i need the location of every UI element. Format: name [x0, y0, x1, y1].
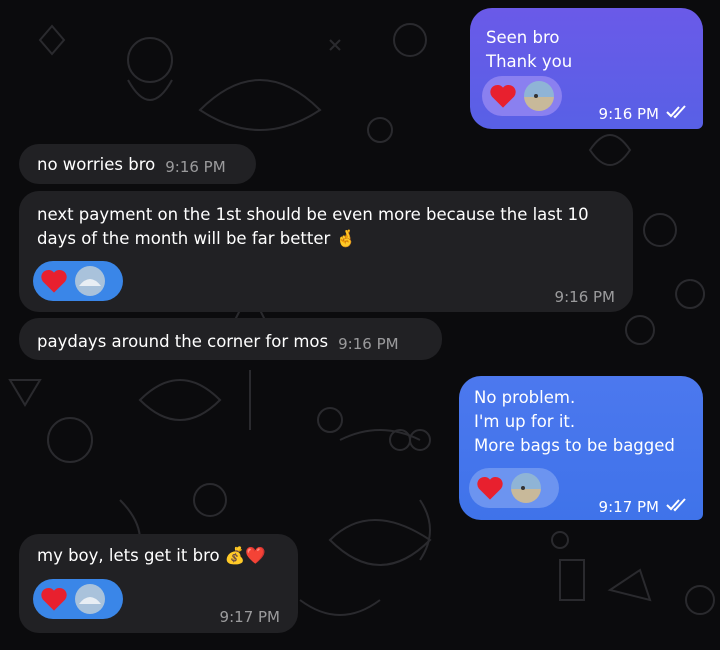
incoming-message[interactable]: paydays around the corner for mos 9:16 PM [19, 318, 442, 360]
reaction-pill[interactable] [33, 579, 123, 619]
message-text: Seen bro Thank you [486, 28, 573, 71]
message-text: no worries bro [37, 155, 156, 174]
message-text: No problem. I'm up for it. More bags to … [474, 388, 675, 455]
message-text: paydays around the corner for mos [37, 332, 329, 351]
message-row: paydays around the corner for mos 9:16 PM [37, 330, 399, 356]
reaction-pill[interactable] [469, 468, 559, 508]
double-check-icon [665, 495, 689, 519]
avatar [75, 266, 105, 296]
moneybag-heart-emoji: 💰❤️ [224, 546, 266, 565]
avatar [511, 473, 541, 503]
double-check-icon [665, 102, 689, 126]
message-time: 9:16 PM [598, 105, 659, 123]
message-text: next payment on the 1st should be even m… [37, 203, 589, 251]
message-meta: 9:16 PM [599, 102, 689, 126]
incoming-message[interactable]: next payment on the 1st should be even m… [19, 191, 633, 312]
incoming-message[interactable]: my boy, lets get it bro 💰❤️ 9:17 PM [19, 534, 298, 633]
heart-icon [488, 82, 518, 110]
heart-icon [39, 585, 69, 613]
message-time: 9:16 PM [338, 335, 399, 353]
outgoing-message[interactable]: No problem. I'm up for it. More bags to … [459, 376, 703, 520]
crossed-fingers-emoji: 🤞 [335, 229, 357, 248]
heart-icon [39, 267, 69, 295]
incoming-message[interactable]: no worries bro 9:16 PM [19, 144, 256, 184]
message-time: 9:16 PM [165, 158, 226, 176]
message-time: 9:17 PM [219, 608, 280, 626]
message-meta: 9:16 PM [555, 285, 615, 309]
avatar [524, 81, 554, 111]
message-time: 9:17 PM [598, 498, 659, 516]
message-row: no worries bro 9:16 PM [37, 153, 226, 179]
heart-icon [475, 474, 505, 502]
message-body: my boy, lets get it bro [37, 546, 220, 565]
reaction-pill[interactable] [482, 76, 562, 116]
outgoing-message[interactable]: Seen bro Thank you 9:16 PM [470, 8, 703, 129]
message-time: 9:16 PM [554, 288, 615, 306]
reaction-pill[interactable] [33, 261, 123, 301]
message-text: my boy, lets get it bro 💰❤️ [37, 544, 266, 568]
avatar [75, 584, 105, 614]
message-meta: 9:17 PM [220, 605, 280, 629]
message-meta: 9:17 PM [599, 495, 689, 519]
message-body: next payment on the 1st should be even m… [37, 205, 589, 248]
